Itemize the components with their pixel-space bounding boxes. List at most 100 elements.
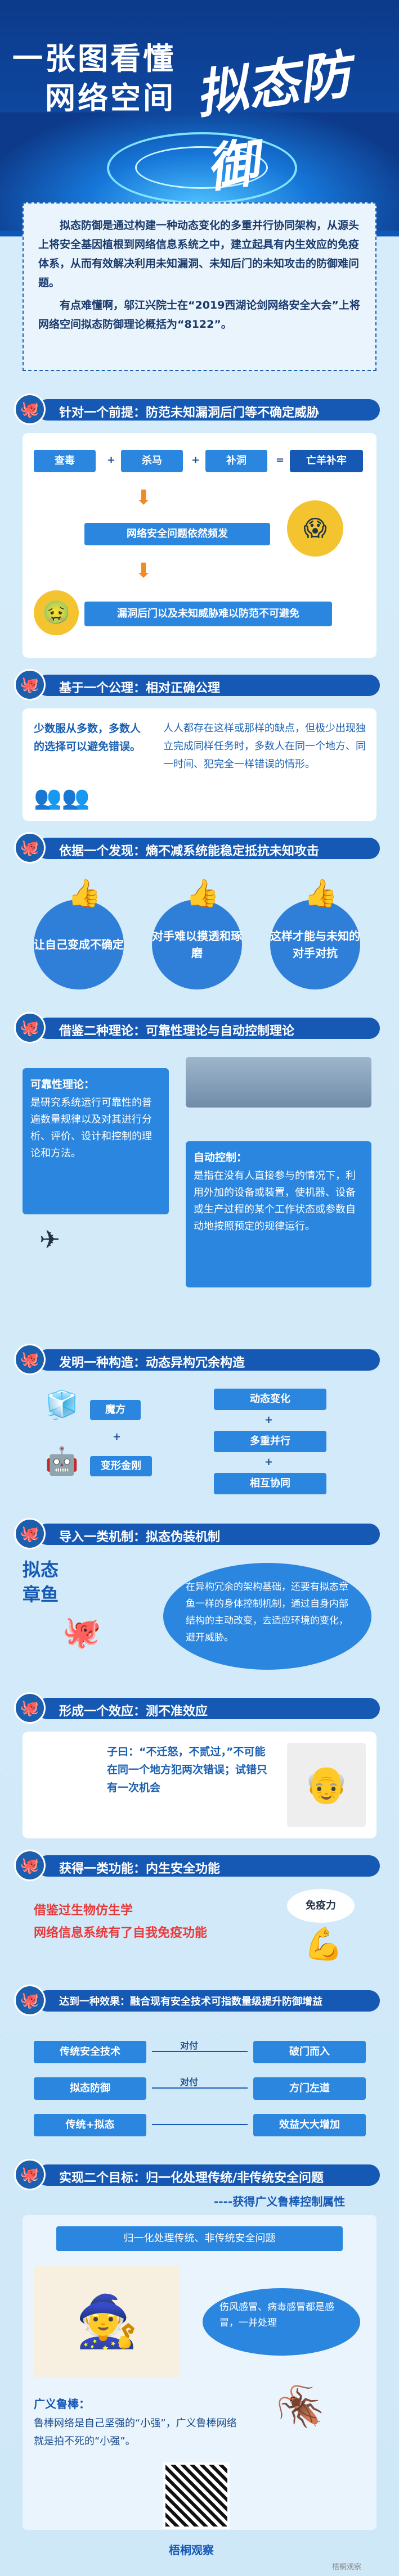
- watermark-label: 梧桐观察: [332, 2563, 362, 2572]
- axiom-text: 人人都存在这样或那样的缺点，但极少出现独立完成同样任务时，多数人在同一个地方、同…: [163, 722, 366, 770]
- plus-sign: +: [191, 454, 200, 466]
- feature-pill: 动态变化: [214, 1389, 326, 1410]
- octopus-icon: 🐙: [14, 1012, 46, 1043]
- immunity-bubble: 免疫力: [287, 1889, 355, 1923]
- arrow-down-icon: ⬇: [135, 559, 153, 582]
- robot-icon: 🤖: [45, 1445, 79, 1477]
- title-line1: 一张图看懂: [12, 41, 176, 76]
- octopus-icon: 🐙: [14, 394, 46, 425]
- plus-sign: +: [264, 1456, 274, 1468]
- goal-card: 归一化处理传统、非传统安全问题 🧙 伤风感冒、病毒感冒都是感冒，一并处理 广义鲁…: [23, 2215, 376, 2530]
- brand-label: 梧桐观察: [169, 2543, 214, 2557]
- broad-robust-title: 广义鲁棒：: [34, 2397, 90, 2411]
- section-title: 实现二个目标：归一化处理传统/非传统安全问题: [59, 2171, 324, 2185]
- section-header: 🐙 借鉴二种理论：可靠性理论与自动控制理论: [14, 1012, 385, 1043]
- immunity-text: 网络信息系统有了自我免疫功能: [34, 1926, 208, 1940]
- section-header: 🐙 导入一类机制：拟态伪装机制: [14, 1518, 385, 1549]
- rubiks-cube-icon: 🧊: [45, 1389, 79, 1421]
- airplane-icon: ✈: [39, 1226, 60, 1254]
- result-pill: 亡羊补牢: [290, 450, 363, 472]
- structure-area: 🧊 魔方 + 🤖 变形金刚 动态变化 + 多重并行 + 相互协同: [23, 1383, 376, 1507]
- theory-area: 可靠性理论： 是研究系统运行可靠性的普遍数量规律以及对其进行分析、评价、设计和控…: [23, 1057, 376, 1338]
- result-pill: 效益大大增加: [253, 2114, 366, 2136]
- majority-text: 少数服从多数，多数人的选择可以避免错误。: [34, 722, 141, 753]
- result-pill: 方门左道: [253, 2077, 366, 2100]
- control-box: 自动控制： 是指在没有人直接参与的情况下，利用外加的设备或装置，使机器、设备或生…: [186, 1141, 371, 1287]
- octopus-label: 拟态章鱼: [23, 1559, 59, 1605]
- octopus-icon: 🐙: [14, 1985, 46, 2016]
- section-header: 🐙 发明一种构造：动态异构冗余构造: [14, 1344, 385, 1375]
- mid-pill: 网络安全问题依然频发: [84, 523, 270, 545]
- confucius-quote: 子曰：“不迁怒，不贰过，”不可能在同一个地方犯两次错误；试错只有一次机会: [107, 1746, 268, 1794]
- thumbs-up-icon: 👍: [186, 878, 219, 909]
- section-title: 发明一种构造：动态异构冗余构造: [59, 1356, 245, 1370]
- thumbs-up-icon: 👍: [68, 878, 101, 909]
- section-header: 🐙 针对一个前提：防范未知漏洞后门等不确定威胁: [14, 394, 385, 425]
- cockroach-character-icon: 🪳: [276, 2384, 325, 2430]
- effect-area: 传统安全技术 对付 破门而入 拟态防御 对付 方门左道 传统+拟态 效益大大增加: [23, 2024, 376, 2148]
- cold-bubble: 伤风感冒、病毒感冒都是感冒，一并处理: [203, 2288, 360, 2356]
- arrow-line: [152, 2124, 248, 2125]
- arrow-line: [152, 2087, 248, 2089]
- mimicry-area: 拟态章鱼 🐙 在异构冗余的架构基础，还要有拟态章鱼一样的身体控制机制，通过自身内…: [23, 1557, 376, 1681]
- section-header: 🐙 形成一个效应：测不准效应: [14, 1692, 385, 1724]
- section-card: 子曰：“不迁怒，不贰过，”不可能在同一个地方犯两次错误；试错只有一次机会 👴: [23, 1732, 376, 1838]
- thumb-circle: 让自己变成不确定: [34, 900, 124, 989]
- immunity-area: 借鉴过生物仿生学 网络信息系统有了自我免疫功能 免疫力 💪: [23, 1889, 376, 1973]
- versus-label: 对付: [180, 2077, 199, 2087]
- section-header: 🐙 实现二个目标：归一化处理传统/非传统安全问题: [14, 2159, 385, 2190]
- reliability-text: 是研究系统运行可靠性的普遍数量规律以及对其进行分析、评价、设计和控制的理论和方法…: [30, 1097, 152, 1159]
- thumbs-row: 让自己变成不确定 对手难以摸透和琢磨 这样才能与未知的对手对抗 👍 👍 👍: [23, 877, 376, 1006]
- arrow-down-icon: ⬇: [135, 486, 153, 509]
- sick-face-icon: 🤢: [34, 590, 79, 635]
- robust-subtitle: ----获得广义鲁棒控制属性: [214, 2195, 346, 2208]
- intro-box: 拟态防御是通过构建一种动态变化的多重并行协同架构，从源头上将安全基因植根到网络信…: [23, 202, 376, 371]
- bottom-pill: 漏洞后门以及未知威胁难以防范不可避免: [84, 602, 332, 626]
- tech-pill: 传统+拟态: [34, 2114, 146, 2136]
- section-title: 基于一个公理：相对正确公理: [59, 681, 221, 695]
- feature-pill: 相互协同: [214, 1473, 326, 1494]
- title-calligraphy: 拟态防御: [192, 44, 355, 200]
- section-card: 查毒 + 杀马 + 补洞 = 亡羊补牢 ⬇ 网络安全问题依然频发 😱 ⬇ 🤢 漏…: [23, 433, 376, 658]
- plus-sign: +: [113, 1431, 122, 1443]
- octopus-icon: 🐙: [62, 1614, 101, 1651]
- section-header: 🐙 基于一个公理：相对正确公理: [14, 669, 385, 701]
- mimicry-bubble: 在异构冗余的架构基础，还要有拟态章鱼一样的身体控制机制，通过自身内部结构的主动改…: [163, 1563, 371, 1670]
- infographic-page: 一张图看懂 网络空间 拟态防御 拟态防御是通过构建一种动态变化的多重并行协同架构…: [0, 0, 399, 2576]
- section-header: 🐙 达到一种效果：融合现有安全技术可指数量级提升防御增益: [14, 1985, 385, 2016]
- step-pill: 杀马: [121, 450, 183, 472]
- qr-code[interactable]: [163, 2462, 230, 2529]
- thumb-circle: 这样才能与未知的对手对抗: [270, 900, 360, 989]
- section-title: 获得一类功能：内生安全功能: [59, 1862, 221, 1876]
- sage-image: 🧙: [34, 2266, 180, 2378]
- tech-pill: 传统安全技术: [34, 2041, 146, 2063]
- step-pill: 查毒: [34, 450, 96, 472]
- section-card: 少数服从多数，多数人的选择可以避免错误。 👥👥 人人都存在这样或那样的缺点，但极…: [23, 708, 376, 821]
- plus-sign: +: [264, 1414, 274, 1426]
- result-pill: 破门而入: [253, 2041, 366, 2063]
- reliability-box: 可靠性理论： 是研究系统运行可靠性的普遍数量规律以及对其进行分析、评价、设计和控…: [23, 1068, 169, 1214]
- character-icon: 💪: [304, 1926, 343, 1963]
- section-title: 导入一类机制：拟态伪装机制: [59, 1530, 221, 1544]
- equals-sign: =: [276, 454, 285, 466]
- thumbs-up-icon: 👍: [304, 878, 338, 909]
- reliability-title: 可靠性理论：: [30, 1078, 95, 1091]
- section-title: 依据一个发现：熵不减系统能稳定抵抗未知攻击: [59, 844, 320, 858]
- section-title: 达到一种效果：融合现有安全技术可指数量级提升防御增益: [59, 1996, 322, 2008]
- scared-face-icon: 😱: [287, 500, 343, 557]
- factory-image: [186, 1057, 371, 1108]
- plus-sign: +: [107, 454, 116, 466]
- bionics-text: 借鉴过生物仿生学: [34, 1904, 133, 1918]
- section-title: 借鉴二种理论：可靠性理论与自动控制理论: [59, 1024, 295, 1038]
- people-icon: 👥👥: [34, 785, 90, 811]
- goal-pill: 归一化处理传统、非传统安全问题: [56, 2226, 343, 2251]
- control-text: 是指在没有人直接参与的情况下，利用外加的设备或装置，使机器、设备或生产过程的某个…: [194, 1170, 356, 1232]
- arrow-line: [152, 2051, 248, 2052]
- control-title: 自动控制：: [194, 1151, 248, 1164]
- octopus-icon: 🐙: [14, 1344, 46, 1375]
- broad-robust-text: 鲁棒网络是自己坚强的“小强”，广义鲁棒网络就是拍不死的“小强”。: [34, 2417, 237, 2447]
- scholar-image: 👴: [287, 1743, 366, 1827]
- intro-paragraph: 拟态防御是通过构建一种动态变化的多重并行协同架构，从源头上将安全基因植根到网络信…: [38, 219, 360, 289]
- octopus-icon: 🐙: [14, 669, 46, 701]
- versus-label: 对付: [180, 2040, 199, 2051]
